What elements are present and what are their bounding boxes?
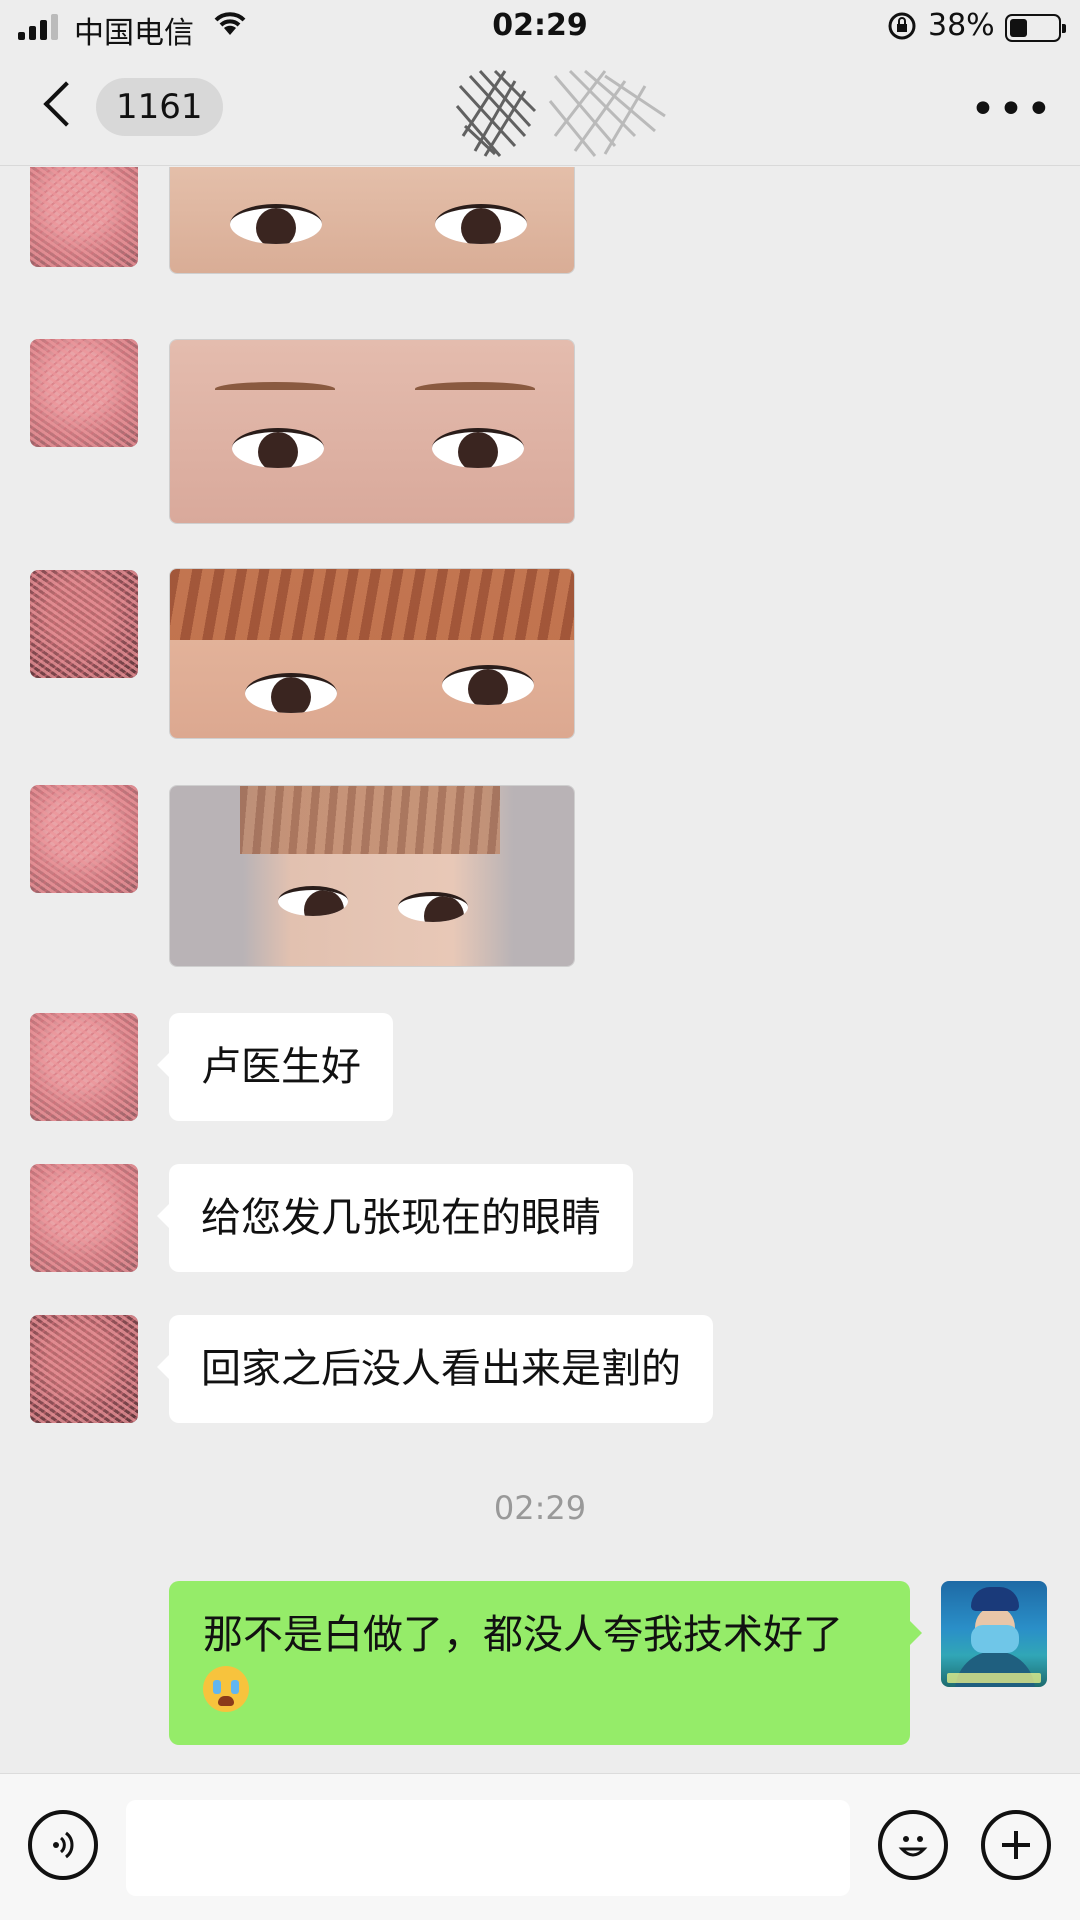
chat-screen: 中国电信 02:29 38% 1161 ••• 卢医生好 给您发几张现在的眼睛 …: [0, 0, 1080, 1920]
contact-avatar[interactable]: [30, 167, 138, 267]
image-message[interactable]: [169, 339, 575, 524]
contact-avatar[interactable]: [30, 785, 138, 893]
contact-avatar[interactable]: [30, 1315, 138, 1423]
status-time: 02:29: [492, 8, 588, 43]
message-list[interactable]: 卢医生好 给您发几张现在的眼睛 回家之后没人看出来是割的 02:29 那不是白做…: [0, 167, 1080, 1773]
message-bubble-sent[interactable]: 那不是白做了，都没人夸我技术好了: [169, 1581, 922, 1745]
chat-header: 1161 •••: [0, 56, 1080, 166]
voice-icon[interactable]: [28, 1810, 98, 1880]
contact-avatar[interactable]: [30, 1164, 138, 1272]
image-message[interactable]: [169, 785, 575, 967]
message-bubble-received[interactable]: 回家之后没人看出来是割的: [157, 1315, 713, 1423]
emoji-icon[interactable]: [878, 1810, 948, 1880]
chevron-left-icon[interactable]: [43, 81, 89, 127]
status-bar: 中国电信 02:29 38%: [0, 0, 1080, 56]
contact-avatar[interactable]: [30, 570, 138, 678]
battery-percent: 38%: [928, 8, 995, 43]
battery-icon: [1005, 14, 1066, 42]
crying-face-emoji: [203, 1666, 249, 1712]
my-avatar[interactable]: [941, 1581, 1047, 1687]
contact-avatar[interactable]: [30, 339, 138, 447]
image-message[interactable]: [169, 167, 575, 274]
sent-message-text: 那不是白做了，都没人夸我技术好了: [203, 1612, 843, 1658]
message-bubble-received[interactable]: 给您发几张现在的眼睛: [157, 1164, 633, 1272]
more-dots-icon[interactable]: •••: [970, 84, 1054, 135]
plus-icon[interactable]: [981, 1810, 1051, 1880]
redacted-title-scribble: [455, 69, 666, 157]
message-input[interactable]: [126, 1800, 850, 1896]
image-message[interactable]: [169, 568, 575, 739]
input-bar: [0, 1773, 1080, 1920]
message-timestamp: 02:29: [493, 1489, 587, 1527]
unread-count-badge[interactable]: 1161: [96, 78, 223, 136]
message-bubble-received[interactable]: 卢医生好: [157, 1013, 393, 1121]
contact-avatar[interactable]: [30, 1013, 138, 1121]
rotation-lock-icon: [886, 10, 918, 50]
